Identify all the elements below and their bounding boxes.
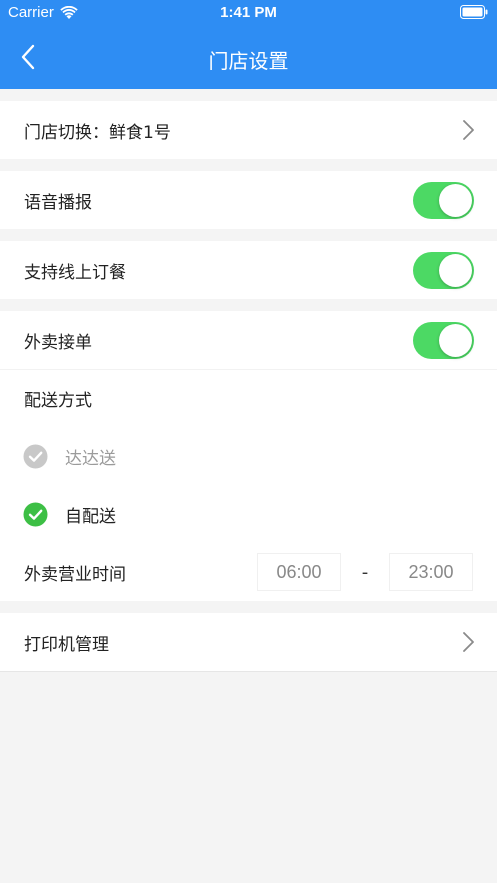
- online-order-toggle[interactable]: [413, 251, 474, 289]
- voice-broadcast-toggle[interactable]: [413, 181, 474, 219]
- time-separator: -: [361, 561, 369, 583]
- online-order-section: 支持线上订餐: [0, 241, 497, 299]
- toggle-knob: [439, 253, 472, 287]
- takeout-hours-row: 外卖营业时间 06:00 - 23:00: [0, 543, 497, 601]
- store-switch-row[interactable]: 门店切换：鲜食1号: [0, 101, 497, 159]
- header: Carrier 1:41 PM 门店设置: [0, 0, 497, 89]
- delivery-method-row: 配送方式: [0, 369, 497, 427]
- end-time-field[interactable]: 23:00: [389, 553, 473, 591]
- status-bar: Carrier 1:41 PM: [0, 0, 497, 26]
- chevron-right-icon: [463, 120, 474, 140]
- voice-broadcast-row: 语音播报: [0, 171, 497, 229]
- chevron-right-icon: [463, 632, 474, 652]
- online-order-label: 支持线上订餐: [24, 262, 126, 283]
- toggle-knob: [439, 183, 472, 217]
- takeout-toggle[interactable]: [413, 321, 474, 359]
- store-switch-section: 门店切换：鲜食1号: [0, 101, 497, 159]
- navbar: 门店设置: [0, 26, 497, 89]
- delivery-option-dada[interactable]: 达达送: [0, 427, 497, 485]
- takeout-hours-label: 外卖营业时间: [24, 564, 126, 585]
- delivery-option-label: 自配送: [65, 506, 116, 527]
- takeout-label: 外卖接单: [24, 332, 92, 353]
- check-circle-icon: [23, 444, 48, 468]
- delivery-method-label: 配送方式: [24, 391, 92, 411]
- voice-broadcast-label: 语音播报: [24, 192, 92, 213]
- printer-section: 打印机管理: [0, 613, 497, 672]
- battery-icon: [460, 5, 488, 19]
- delivery-option-self[interactable]: 自配送: [0, 485, 497, 543]
- delivery-option-label: 达达送: [65, 448, 116, 469]
- takeout-section: 外卖接单 配送方式 达达送 自配送 外卖营业时间 06:00 - 23:00: [0, 311, 497, 601]
- toggle-knob: [439, 323, 472, 357]
- check-circle-icon: [23, 502, 48, 526]
- printer-label: 打印机管理: [24, 634, 109, 655]
- printer-row[interactable]: 打印机管理: [0, 613, 497, 671]
- start-time-field[interactable]: 06:00: [257, 553, 341, 591]
- store-switch-label: 门店切换：鲜食1号: [24, 122, 171, 143]
- page-title: 门店设置: [208, 49, 289, 73]
- status-time: 1:41 PM: [220, 4, 277, 21]
- takeout-row: 外卖接单: [0, 311, 497, 369]
- online-order-row: 支持线上订餐: [0, 241, 497, 299]
- voice-section: 语音播报: [0, 171, 497, 229]
